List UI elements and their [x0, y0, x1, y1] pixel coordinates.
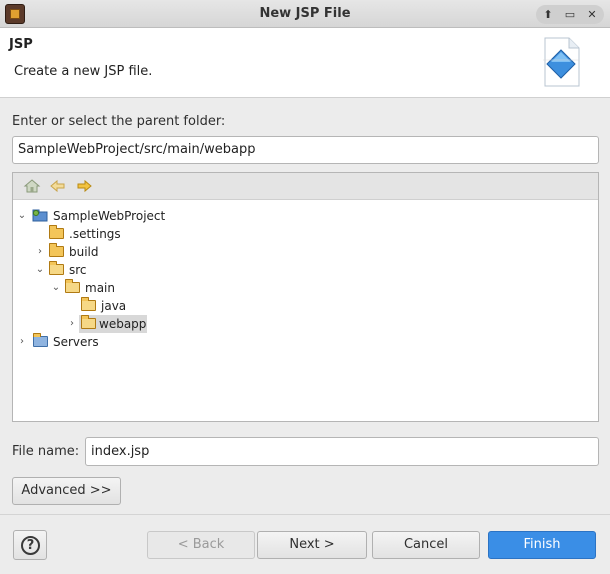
file-name-input[interactable]: index.jsp [85, 437, 599, 466]
tree-item-main[interactable]: ⌄ main [13, 279, 598, 297]
folder-icon [49, 243, 64, 257]
expand-toggle-icon[interactable]: ⌄ [17, 207, 27, 225]
folder-icon [81, 297, 96, 311]
tree-toolbar [13, 173, 598, 200]
servers-folder-icon [33, 333, 48, 347]
expand-toggle-icon[interactable]: ⌄ [35, 261, 45, 279]
expand-toggle-icon[interactable]: › [17, 333, 27, 351]
tree-item-build[interactable]: › build [13, 243, 598, 261]
folder-open-icon [49, 261, 64, 275]
file-name-label: File name: [12, 444, 80, 459]
wizard-page-title: JSP [9, 37, 33, 52]
cancel-button[interactable]: Cancel [372, 531, 480, 559]
title-bar: New JSP File ⬆ ▭ ✕ [0, 0, 610, 28]
tree-item-label: main [85, 281, 115, 295]
close-button[interactable]: ✕ [581, 5, 603, 24]
finish-button[interactable]: Finish [488, 531, 596, 559]
next-button[interactable]: Next > [257, 531, 367, 559]
back-arrow-icon[interactable] [49, 178, 67, 194]
expand-toggle-icon[interactable]: ⌄ [51, 279, 61, 297]
advanced-button[interactable]: Advanced >> [12, 477, 121, 505]
parent-folder-input[interactable]: SampleWebProject/src/main/webapp [12, 136, 599, 164]
wizard-page-description: Create a new JSP file. [14, 64, 153, 79]
project-icon [32, 209, 48, 222]
tree-item-webapp[interactable]: › webapp [13, 315, 598, 333]
tree-item-label: .settings [69, 227, 121, 241]
tree-item-java[interactable]: java [13, 297, 598, 315]
parent-folder-label: Enter or select the parent folder: [12, 114, 226, 129]
tree-item-label: SampleWebProject [53, 209, 166, 223]
tree-item-src[interactable]: ⌄ src [13, 261, 598, 279]
tree-item-label: java [101, 299, 127, 313]
folder-open-icon [65, 279, 80, 293]
maximize-up-button[interactable]: ⬆ [537, 5, 559, 24]
home-icon[interactable] [23, 178, 41, 194]
expand-toggle-icon[interactable]: › [35, 243, 45, 261]
wizard-banner: JSP Create a new JSP file. [0, 28, 610, 98]
tree-item-label: build [69, 245, 99, 259]
back-button[interactable]: < Back [147, 531, 255, 559]
window-title: New JSP File [259, 6, 351, 21]
button-bar-separator [0, 514, 610, 515]
jsp-file-icon [543, 37, 580, 87]
folder-icon [81, 315, 96, 329]
folder-icon [49, 225, 64, 239]
expand-toggle-icon[interactable]: › [67, 315, 77, 333]
tree-item-label: Servers [53, 335, 99, 349]
tree-item-settings[interactable]: .settings [13, 225, 598, 243]
restore-button[interactable]: ▭ [559, 5, 581, 24]
window-controls: ⬆ ▭ ✕ [536, 5, 604, 24]
help-icon: ? [21, 536, 40, 555]
help-button[interactable]: ? [13, 530, 47, 560]
tree-item-servers[interactable]: › Servers [13, 333, 598, 351]
forward-arrow-icon[interactable] [75, 178, 93, 194]
folder-tree[interactable]: ⌄ SampleWebProject .settings › build ⌄ s… [12, 172, 599, 422]
tree-item-samplewebproject[interactable]: ⌄ SampleWebProject [13, 207, 598, 225]
tree-item-label: src [69, 263, 87, 277]
